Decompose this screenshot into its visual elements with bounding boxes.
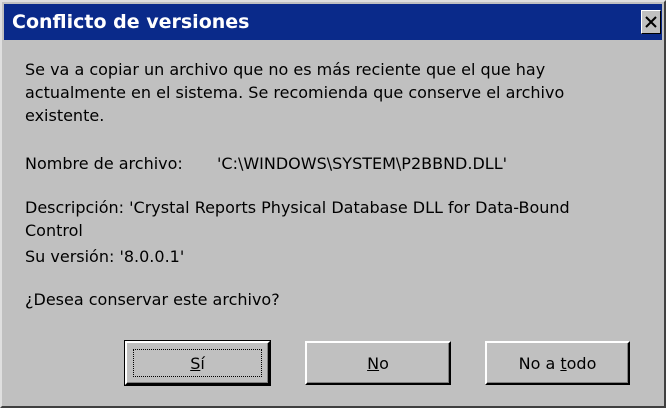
no-label-mnemonic: N	[367, 353, 380, 373]
no-button-label: No	[367, 354, 389, 373]
message-line-3: existente.	[25, 106, 105, 125]
description-line-1: Descripción: 'Crystal Reports Physical D…	[25, 198, 570, 217]
file-name-label: Nombre de archivo:	[25, 154, 183, 173]
dialog-title: Conflicto de versiones	[12, 11, 250, 33]
no-to-all-button[interactable]: No a todo	[485, 341, 630, 385]
message-line-1: Se va a copiar un archivo que no es más …	[25, 60, 546, 79]
file-name-row: Nombre de archivo: 'C:\WINDOWS\SYSTEM\P2…	[25, 152, 507, 175]
no-button[interactable]: No	[305, 341, 451, 385]
message-line-2: actualmente en el sistema. Se recomienda…	[25, 83, 565, 102]
yes-label-post: í	[200, 353, 205, 373]
no-to-all-label-post: odo	[566, 353, 597, 373]
title-bar[interactable]: Conflicto de versiones	[4, 4, 662, 40]
version-text: Su versión: '8.0.0.1'	[25, 247, 185, 266]
no-label-post: o	[379, 353, 389, 373]
yes-label-mnemonic: S	[190, 353, 201, 373]
yes-button[interactable]: Sí	[124, 340, 271, 386]
file-name-value: 'C:\WINDOWS\SYSTEM\P2BBND.DLL'	[217, 154, 508, 173]
close-button[interactable]	[641, 10, 661, 34]
no-to-all-button-label: No a todo	[519, 354, 597, 373]
question-text: ¿Desea conservar este archivo?	[25, 290, 280, 309]
close-icon	[645, 16, 657, 28]
description-line-2: Control	[25, 221, 83, 240]
version-conflict-dialog: Conflicto de versiones Se va a copiar un…	[0, 0, 666, 408]
no-to-all-label-pre: No a	[518, 353, 561, 373]
yes-button-label: Sí	[190, 354, 205, 373]
